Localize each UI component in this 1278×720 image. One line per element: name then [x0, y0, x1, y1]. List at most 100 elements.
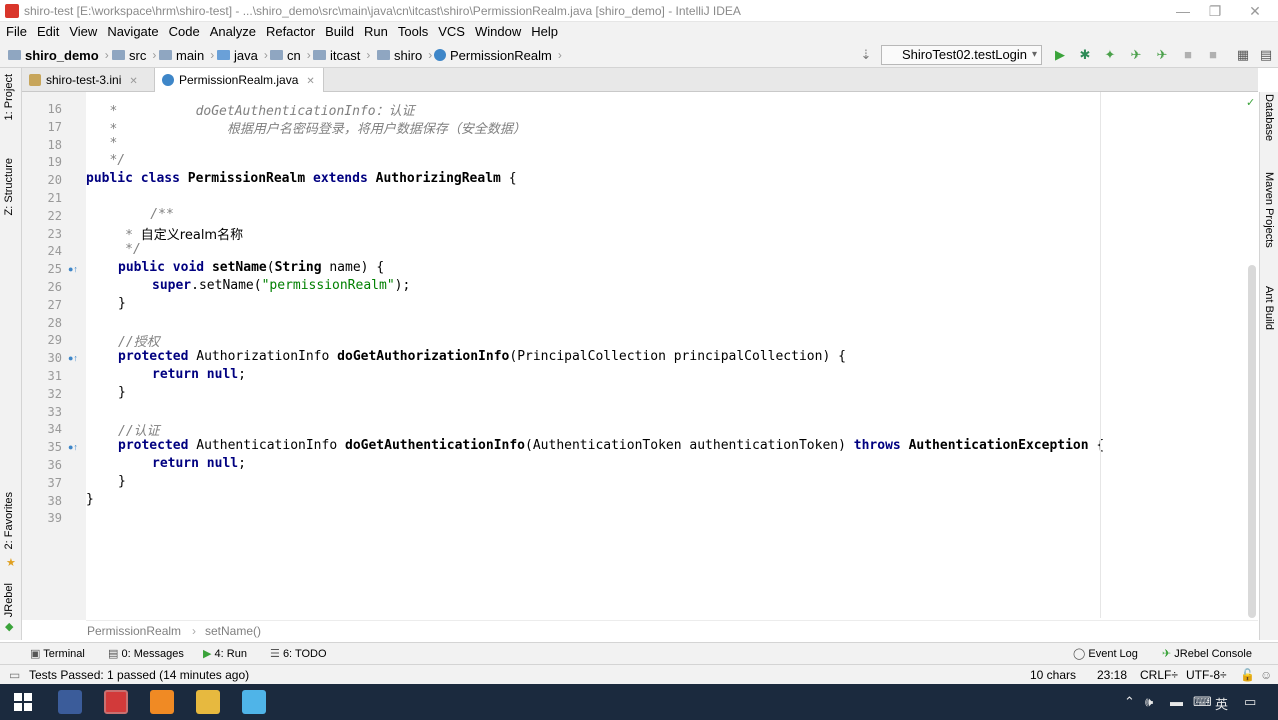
- menu-build[interactable]: Build: [320, 22, 359, 42]
- menu-navigate[interactable]: Navigate: [102, 22, 163, 42]
- code-line-31: return null;: [152, 367, 246, 382]
- minimize-button[interactable]: —: [1168, 2, 1198, 20]
- caret-position[interactable]: 23:18: [1097, 668, 1127, 682]
- menu-refactor[interactable]: Refactor: [261, 22, 320, 42]
- tool-maven-projects[interactable]: Maven Projects: [1263, 172, 1275, 248]
- nav-item-src[interactable]: src ›: [112, 47, 156, 63]
- app-icon[interactable]: [58, 690, 82, 714]
- jrebel-run-icon[interactable]: ✈: [1128, 47, 1144, 63]
- run-tool-button[interactable]: ▶ 4: Run: [203, 647, 247, 660]
- override-method-icon[interactable]: ●↑: [68, 264, 78, 274]
- close-button[interactable]: ✕: [1240, 2, 1270, 20]
- menu-file[interactable]: File: [1, 22, 32, 42]
- breadcrumb-method[interactable]: setName(): [205, 624, 261, 638]
- tool-jrebel[interactable]: JRebel: [3, 583, 15, 617]
- messages-button[interactable]: ▤ 0: Messages: [108, 647, 184, 660]
- menu-analyze[interactable]: Analyze: [205, 22, 261, 42]
- debug-icon[interactable]: ✱: [1077, 47, 1093, 63]
- messages-icon: ▤: [108, 648, 119, 660]
- run-configuration-select[interactable]: ShiroTest02.testLogin ▾: [881, 45, 1042, 65]
- selection-count: 10 chars: [1030, 668, 1077, 682]
- intellij-icon[interactable]: [104, 690, 128, 714]
- tool-ant-build[interactable]: Ant Build: [1263, 286, 1275, 330]
- line-number: 34: [47, 422, 62, 436]
- menu-code[interactable]: Code: [164, 22, 205, 42]
- code-line-17: * 根据用户名密码登录，将用户数据保存（安全数据）: [86, 122, 526, 137]
- lock-icon[interactable]: 🔓: [1240, 668, 1255, 682]
- menu-tools[interactable]: Tools: [393, 22, 433, 42]
- chevron-up-icon[interactable]: ⌃: [1124, 694, 1135, 710]
- star-icon: ★: [6, 557, 16, 569]
- breadcrumb-class[interactable]: PermissionRealm: [87, 624, 181, 638]
- jrebel-debug-icon[interactable]: ✈: [1154, 47, 1170, 63]
- code-line-25: public void setName(String name) {: [118, 260, 385, 275]
- notification-icon[interactable]: ▭: [1244, 694, 1256, 710]
- close-tab-icon[interactable]: ✕: [129, 76, 137, 87]
- file-explorer-icon[interactable]: [196, 690, 220, 714]
- jrebel-console-button[interactable]: ✈ JRebel Console: [1162, 647, 1252, 660]
- app-icon[interactable]: [150, 690, 174, 714]
- app-icon[interactable]: [242, 690, 266, 714]
- code-line-29: //授权: [118, 335, 160, 350]
- code-editor[interactable]: * doGetAuthenticationInfo：认证 * 根据用户名密码登录…: [86, 92, 1258, 620]
- coverage-icon[interactable]: ✦: [1102, 47, 1118, 63]
- tool-favorites[interactable]: 2: Favorites: [3, 492, 15, 549]
- network-icon[interactable]: ⌨: [1193, 694, 1212, 710]
- code-breadcrumb: PermissionRealm › setName(): [86, 620, 1258, 640]
- left-tool-strip: 1: Project Z: Structure 2: Favorites ★ J…: [0, 68, 22, 640]
- tool-project[interactable]: 1: Project: [3, 74, 15, 120]
- stop-icon[interactable]: ■: [1180, 47, 1196, 63]
- jrebel-icon: ◆: [5, 621, 14, 633]
- tab-shiro-test-3-ini[interactable]: shiro-test-3.ini ✕: [22, 68, 146, 92]
- nav-item-itcast[interactable]: itcast ›: [313, 47, 370, 63]
- menu-view[interactable]: View: [64, 22, 102, 42]
- status-toggle-icon[interactable]: ▭: [9, 668, 20, 682]
- menu-edit[interactable]: Edit: [32, 22, 64, 42]
- ime-indicator[interactable]: 英: [1215, 694, 1228, 713]
- line-number: 35: [47, 440, 62, 454]
- project-structure-icon[interactable]: ▦: [1235, 47, 1251, 63]
- module-icon: [8, 50, 21, 60]
- windows-taskbar: ⌃ 🕪 ▬ ⌨ 英 ▭: [0, 684, 1278, 720]
- terminal-button[interactable]: ▣ Terminal: [30, 647, 85, 660]
- nav-item-class[interactable]: PermissionRealm ›: [434, 47, 562, 63]
- code-line-34: //认证: [118, 424, 160, 439]
- nav-item-project[interactable]: shiro_demo ›: [8, 47, 109, 63]
- nav-item-java[interactable]: java ›: [217, 47, 268, 63]
- volume-icon[interactable]: 🕪: [1145, 694, 1153, 710]
- search-everywhere-icon[interactable]: ▤: [1258, 47, 1274, 63]
- line-number: 20: [47, 173, 62, 187]
- menu-vcs[interactable]: VCS: [433, 22, 470, 42]
- event-log-button[interactable]: ◯ Event Log: [1073, 647, 1138, 660]
- file-encoding[interactable]: UTF-8÷: [1186, 668, 1227, 682]
- editor-scrollbar[interactable]: [1248, 265, 1256, 618]
- sort-down-icon[interactable]: ⇣: [858, 47, 874, 63]
- nav-item-main[interactable]: main ›: [159, 47, 214, 63]
- nav-item-cn[interactable]: cn ›: [270, 47, 311, 63]
- terminal-icon: ▣: [30, 648, 41, 660]
- folder-icon: [159, 50, 172, 60]
- implement-method-icon[interactable]: ●↑: [68, 442, 78, 452]
- maximize-button[interactable]: ❐: [1200, 2, 1230, 20]
- nav-item-shiro[interactable]: shiro ›: [377, 47, 432, 63]
- tool-database[interactable]: Database: [1263, 94, 1275, 141]
- menu-help[interactable]: Help: [526, 22, 563, 42]
- tab-permissionrealm-java[interactable]: PermissionRealm.java ✕: [154, 68, 324, 92]
- code-line-16: * doGetAuthenticationInfo：认证: [86, 104, 415, 119]
- windows-start-icon[interactable]: [14, 693, 32, 711]
- hector-icon[interactable]: ☺: [1260, 668, 1272, 682]
- line-number: 29: [47, 333, 62, 347]
- implement-method-icon[interactable]: ●↑: [68, 353, 78, 363]
- todo-button[interactable]: ☰ 6: TODO: [270, 647, 327, 660]
- line-separator[interactable]: CRLF÷: [1140, 668, 1178, 682]
- menu-window[interactable]: Window: [470, 22, 526, 42]
- stop-all-icon[interactable]: ■: [1205, 47, 1221, 63]
- status-message[interactable]: Tests Passed: 1 passed (14 minutes ago): [29, 668, 249, 682]
- right-tool-strip: Database Maven Projects Ant Build: [1259, 92, 1278, 640]
- class-icon: [162, 74, 174, 86]
- battery-icon[interactable]: ▬: [1170, 694, 1183, 709]
- close-tab-icon[interactable]: ✕: [306, 76, 314, 87]
- run-icon[interactable]: ▶: [1052, 47, 1068, 63]
- tool-structure[interactable]: Z: Structure: [3, 158, 15, 215]
- menu-run[interactable]: Run: [359, 22, 393, 42]
